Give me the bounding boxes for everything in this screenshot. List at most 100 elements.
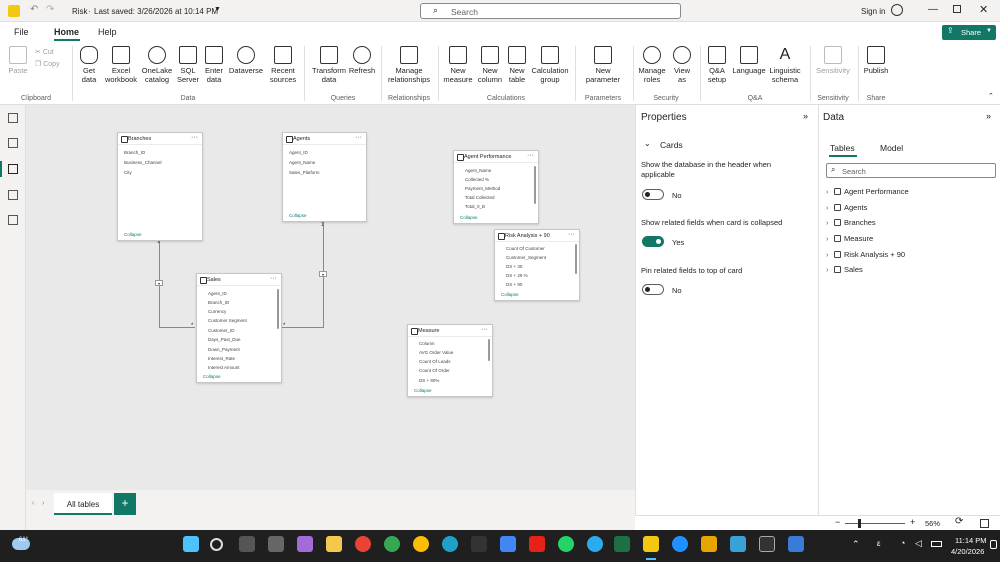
field-item[interactable]: Agent_ID bbox=[289, 150, 308, 155]
collapse-link[interactable]: Collapse bbox=[289, 213, 307, 218]
dataverse-button[interactable]: Dataverse bbox=[228, 46, 264, 75]
cut-button[interactable]: ✂ Cut bbox=[35, 48, 54, 56]
field-item[interactable]: Total_0_B bbox=[465, 204, 485, 209]
dax-query-icon[interactable] bbox=[8, 190, 18, 200]
more-options-icon[interactable]: ··· bbox=[481, 326, 488, 333]
tmdl-view-icon[interactable] bbox=[8, 215, 18, 225]
field-item[interactable]: Branch_ID bbox=[124, 150, 145, 155]
ribbon-collapse-icon[interactable]: ⌃ bbox=[988, 92, 994, 100]
wifi-icon[interactable]: ◔ bbox=[900, 538, 905, 548]
field-item[interactable]: DS + 29 % bbox=[506, 273, 528, 278]
card-scrollbar[interactable] bbox=[488, 339, 490, 361]
battery-icon[interactable] bbox=[931, 541, 942, 547]
gemini-icon[interactable] bbox=[500, 536, 516, 552]
recent-sources-button[interactable]: Recent sources bbox=[266, 46, 300, 84]
volume-icon[interactable]: ◁ bbox=[915, 538, 922, 549]
file-explorer-icon[interactable] bbox=[326, 536, 342, 552]
sql-server-button[interactable]: SQL Server bbox=[176, 46, 200, 84]
youtube-icon[interactable] bbox=[529, 536, 545, 552]
collapse-link[interactable]: Collapse bbox=[124, 232, 142, 237]
share-button[interactable]: ⇪ Share ▼ bbox=[942, 25, 996, 40]
card-scrollbar[interactable] bbox=[534, 166, 536, 204]
close-icon[interactable]: ✕ bbox=[979, 3, 988, 16]
tab-scroll-right-icon[interactable]: › bbox=[42, 500, 44, 507]
data-table-item[interactable]: › Agents bbox=[826, 203, 867, 212]
more-options-icon[interactable]: ··· bbox=[527, 152, 534, 159]
threads-icon[interactable] bbox=[471, 536, 487, 552]
qa-setup-button[interactable]: Q&A setup bbox=[703, 46, 731, 84]
menu-home[interactable]: Home bbox=[54, 27, 79, 37]
model-canvas[interactable]: 1 * 1 * ▾ ▾ Branches ··· Branch_ID Busin… bbox=[26, 105, 635, 490]
add-layout-button[interactable]: + bbox=[114, 493, 136, 515]
publish-button[interactable]: Publish bbox=[862, 46, 890, 75]
field-item[interactable]: Agent_Name bbox=[465, 168, 491, 173]
fit-to-screen-icon[interactable]: ⟳ bbox=[955, 516, 963, 527]
field-item[interactable]: DS + 30 bbox=[506, 264, 522, 269]
powerbi-app-icon[interactable] bbox=[643, 536, 659, 552]
excel-app-icon[interactable] bbox=[614, 536, 630, 552]
header-database-toggle[interactable] bbox=[642, 189, 664, 200]
sensitivity-button[interactable]: Sensitivity bbox=[813, 46, 853, 75]
more-options-icon[interactable]: ··· bbox=[270, 275, 277, 282]
zoom-level[interactable]: 56% bbox=[925, 519, 940, 528]
data-table-item[interactable]: › Risk Analysis + 90 bbox=[826, 250, 905, 259]
new-measure-button[interactable]: New measure bbox=[442, 46, 474, 84]
tab-all-tables[interactable]: All tables bbox=[54, 493, 112, 515]
new-table-button[interactable]: New table bbox=[506, 46, 528, 84]
linguistic-schema-button[interactable]: A Linguistic schema bbox=[767, 46, 803, 84]
ime-icon[interactable]: ε bbox=[877, 539, 881, 548]
minimize-icon[interactable]: — bbox=[928, 4, 938, 15]
table-card-agents[interactable]: Agents ··· Agent_ID Agent_Name Sales_Pla… bbox=[282, 132, 367, 222]
title-dropdown-icon[interactable]: ▼ bbox=[214, 6, 221, 13]
onelake-button[interactable]: OneLake catalog bbox=[141, 46, 173, 84]
field-item[interactable]: Count Of Order bbox=[419, 368, 450, 373]
chrome-icon[interactable] bbox=[413, 536, 429, 552]
app-icon[interactable] bbox=[701, 536, 717, 552]
chrome-icon[interactable] bbox=[355, 536, 371, 552]
field-item[interactable]: DS + 90 bbox=[506, 282, 522, 287]
tray-chevron-icon[interactable]: ⌃ bbox=[852, 539, 860, 550]
pin-fields-toggle[interactable] bbox=[642, 284, 664, 295]
app-icon[interactable] bbox=[730, 536, 746, 552]
data-table-item[interactable]: › Measure bbox=[826, 234, 873, 243]
table-card-sales[interactable]: Sales ··· Agent_ID Branch_ID Currency Cu… bbox=[196, 273, 282, 383]
app-icon[interactable] bbox=[672, 536, 688, 552]
whatsapp-icon[interactable] bbox=[558, 536, 574, 552]
more-options-icon[interactable]: ··· bbox=[568, 231, 575, 238]
tab-model[interactable]: Model bbox=[880, 143, 903, 153]
enter-data-button[interactable]: Enter data bbox=[202, 46, 226, 84]
field-item[interactable]: Column bbox=[419, 341, 435, 346]
app-icon[interactable] bbox=[759, 536, 775, 552]
view-as-button[interactable]: View as bbox=[669, 46, 695, 84]
telegram-icon[interactable] bbox=[587, 536, 603, 552]
field-item[interactable]: Count Of Leads bbox=[419, 359, 451, 364]
field-item[interactable]: Branch_ID bbox=[208, 300, 229, 305]
calc-group-button[interactable]: Calculation group bbox=[530, 46, 570, 84]
collapse-pane-icon[interactable]: » bbox=[803, 111, 808, 121]
field-item[interactable]: Days_Past_Due bbox=[208, 337, 241, 342]
section-chevron-icon[interactable]: ⌄ bbox=[644, 139, 651, 148]
excel-button[interactable]: Excel workbook bbox=[104, 46, 138, 84]
field-item[interactable]: DS + 90% bbox=[419, 378, 439, 383]
menu-help[interactable]: Help bbox=[98, 27, 117, 37]
get-data-button[interactable]: Get data bbox=[76, 46, 102, 84]
table-view-icon[interactable] bbox=[8, 138, 18, 148]
language-button[interactable]: Language bbox=[732, 46, 766, 75]
edge-icon[interactable] bbox=[442, 536, 458, 552]
app-icon[interactable] bbox=[788, 536, 804, 552]
search-box[interactable]: ⌕ Search bbox=[420, 3, 681, 19]
zoom-slider-thumb[interactable] bbox=[858, 519, 861, 528]
field-item[interactable]: Down_Payment bbox=[208, 347, 240, 352]
menu-file[interactable]: File bbox=[14, 27, 29, 37]
refresh-button[interactable]: Refresh bbox=[348, 46, 376, 75]
table-card-measure[interactable]: Measure ··· Column AVG Order Value Count… bbox=[407, 324, 493, 397]
card-scrollbar[interactable] bbox=[575, 244, 577, 274]
fullscreen-icon[interactable] bbox=[980, 519, 989, 528]
field-item[interactable]: Customer_Segment bbox=[506, 255, 546, 260]
transform-button[interactable]: Transform data bbox=[310, 46, 348, 84]
manage-relationships-button[interactable]: Manage relationships bbox=[385, 46, 433, 84]
sign-in-link[interactable]: Sign in bbox=[861, 7, 885, 16]
field-item[interactable]: Agent_Name bbox=[289, 160, 315, 165]
zoom-slider[interactable] bbox=[845, 523, 905, 524]
data-search-input[interactable]: ⌕ Search bbox=[826, 163, 996, 178]
